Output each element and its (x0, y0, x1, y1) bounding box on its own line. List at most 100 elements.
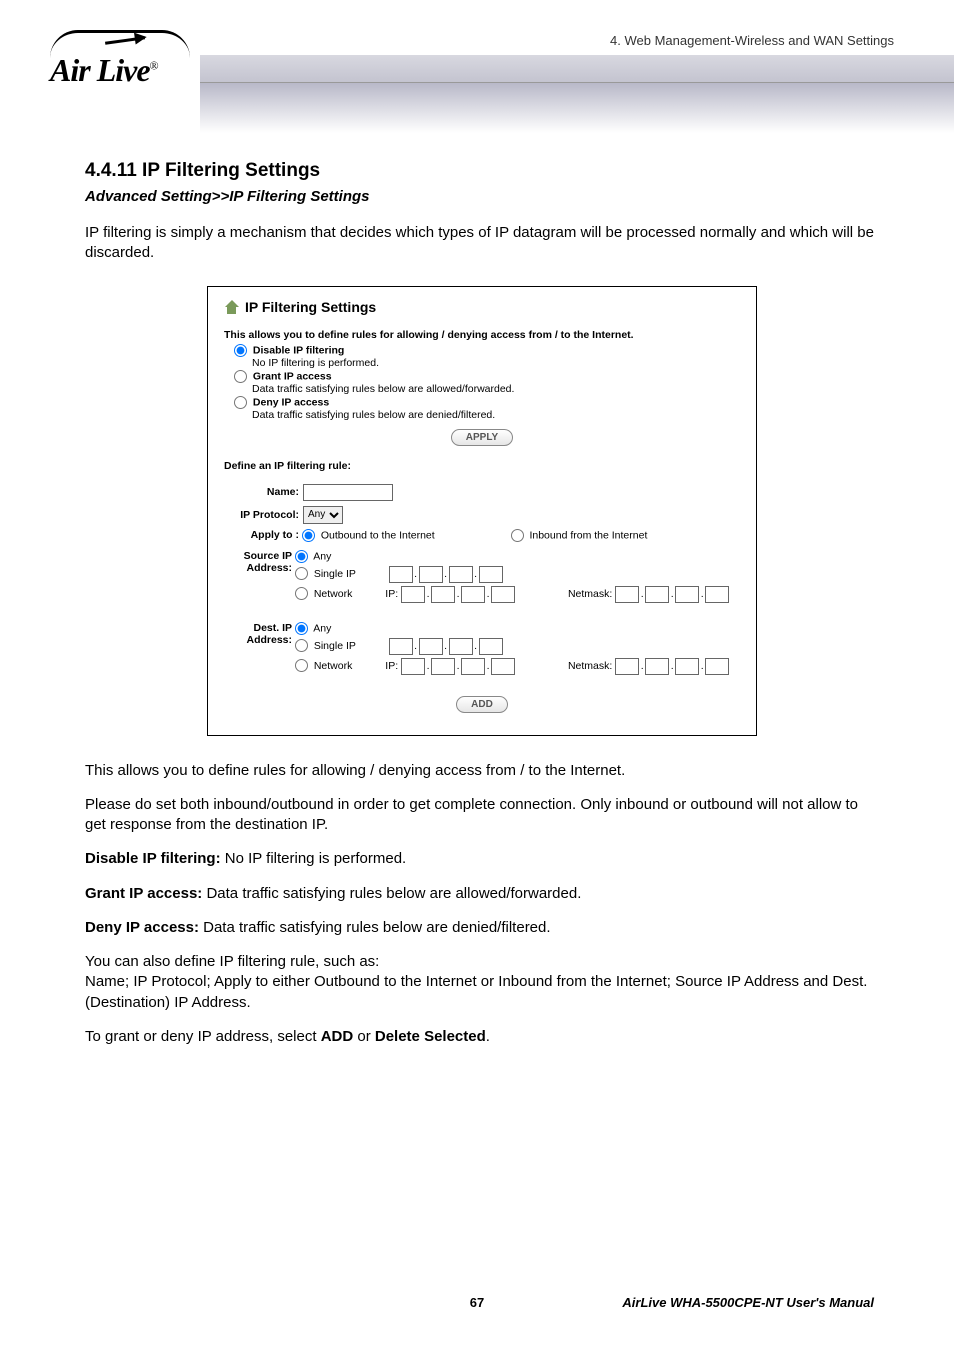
radio-inbound-label: Inbound from the Internet (529, 529, 647, 541)
dest-ip-section: Dest. IP Address: Any Single IP ... Netw… (224, 622, 740, 678)
home-icon (224, 300, 239, 314)
dst-single-ip4[interactable] (479, 638, 503, 655)
apply-button[interactable]: APPLY (451, 429, 513, 446)
dst-mask3[interactable] (675, 658, 699, 675)
applyto-row: Apply to : Outbound to the Internet Inbo… (224, 529, 740, 542)
body-p6b: Name; IP Protocol; Apply to either Outbo… (85, 973, 867, 1010)
page-number: 67 (470, 1295, 484, 1310)
define-rule-heading: Define an IP filtering rule: (224, 460, 740, 472)
manual-title: AirLive WHA-5500CPE-NT User's Manual (622, 1295, 874, 1310)
body-p7-del: Delete Selected (375, 1028, 486, 1045)
radio-dst-network[interactable] (295, 659, 308, 672)
radio-disable-label: Disable IP filtering (253, 344, 344, 356)
body-p7-mid: or (353, 1028, 375, 1045)
dst-single-ip2[interactable] (419, 638, 443, 655)
add-button[interactable]: ADD (456, 696, 508, 713)
body-p3-rest: No IP filtering is performed. (221, 850, 407, 867)
mode-disable-row: Disable IP filtering No IP filtering is … (234, 344, 740, 369)
settings-panel-figure: IP Filtering Settings This allows you to… (207, 286, 757, 736)
src-single-ip3[interactable] (449, 566, 473, 583)
radio-deny-sub: Data traffic satisfying rules below are … (252, 409, 740, 421)
radio-disable[interactable] (234, 344, 247, 357)
body-p3-bold: Disable IP filtering: (85, 850, 221, 867)
body-p3: Disable IP filtering: No IP filtering is… (85, 849, 879, 869)
section-title: 4.4.11 IP Filtering Settings (85, 160, 879, 182)
panel-title: IP Filtering Settings (224, 299, 740, 315)
body-p4-bold: Grant IP access: (85, 885, 202, 902)
radio-inbound[interactable] (511, 529, 524, 542)
body-p7a: To grant or deny IP address, select (85, 1028, 321, 1045)
body-p5-bold: Deny IP access: (85, 919, 199, 936)
dst-net-ip-label: IP: (385, 660, 398, 672)
dst-single-ip1[interactable] (389, 638, 413, 655)
breadcrumb: Advanced Setting>>IP Filtering Settings (85, 188, 879, 205)
panel-title-text: IP Filtering Settings (245, 299, 376, 315)
body-p6: You can also define IP filtering rule, s… (85, 952, 879, 1013)
dst-net-ip4[interactable] (491, 658, 515, 675)
protocol-label: IP Protocol: (224, 509, 299, 521)
src-single-ip1[interactable] (389, 566, 413, 583)
dest-ip-label: Dest. IP Address: (224, 622, 292, 646)
name-input[interactable] (303, 484, 393, 501)
dst-single-ip3[interactable] (449, 638, 473, 655)
radio-grant[interactable] (234, 370, 247, 383)
applyto-label: Apply to : (224, 529, 299, 541)
dst-mask4[interactable] (705, 658, 729, 675)
dst-net-ip1[interactable] (401, 658, 425, 675)
dst-netmask-label: Netmask: (568, 660, 612, 672)
radio-deny-label: Deny IP access (253, 396, 329, 408)
header-bar (200, 55, 954, 83)
source-ip-label: Source IP Address: (224, 550, 292, 574)
dst-mask1[interactable] (615, 658, 639, 675)
logo-registered-icon: ® (150, 58, 158, 72)
logo-arrow-icon (105, 36, 145, 45)
radio-dst-any[interactable] (295, 622, 308, 635)
src-net-ip1[interactable] (401, 586, 425, 603)
src-net-ip3[interactable] (461, 586, 485, 603)
radio-src-any[interactable] (295, 550, 308, 563)
radio-outbound[interactable] (302, 529, 315, 542)
mode-deny-row: Deny IP access Data traffic satisfying r… (234, 396, 740, 421)
src-mask4[interactable] (705, 586, 729, 603)
src-net-ip2[interactable] (431, 586, 455, 603)
name-label: Name: (224, 486, 299, 498)
body-p4-rest: Data traffic satisfying rules below are … (202, 885, 581, 902)
radio-dst-single-label: Single IP (314, 640, 356, 652)
src-single-ip2[interactable] (419, 566, 443, 583)
radio-dst-any-label: Any (313, 622, 331, 634)
src-mask3[interactable] (675, 586, 699, 603)
radio-grant-sub: Data traffic satisfying rules below are … (252, 383, 740, 395)
panel-description: This allows you to define rules for allo… (224, 329, 740, 341)
src-mask1[interactable] (615, 586, 639, 603)
radio-dst-single[interactable] (295, 639, 308, 652)
radio-disable-sub: No IP filtering is performed. (252, 357, 740, 369)
protocol-row: IP Protocol: Any (224, 506, 740, 524)
name-row: Name: (224, 484, 740, 501)
page-footer: 67 AirLive WHA-5500CPE-NT User's Manual (0, 1295, 954, 1310)
dst-mask2[interactable] (645, 658, 669, 675)
body-p4: Grant IP access: Data traffic satisfying… (85, 884, 879, 904)
logo-arc-icon (50, 30, 190, 58)
radio-deny[interactable] (234, 396, 247, 409)
src-net-ip4[interactable] (491, 586, 515, 603)
body-p7: To grant or deny IP address, select ADD … (85, 1027, 879, 1047)
body-p7-end: . (486, 1028, 490, 1045)
header-bar-fade (200, 83, 954, 133)
src-net-ip-label: IP: (385, 588, 398, 600)
dst-net-ip2[interactable] (431, 658, 455, 675)
body-p1: This allows you to define rules for allo… (85, 761, 879, 781)
src-single-ip4[interactable] (479, 566, 503, 583)
src-mask2[interactable] (645, 586, 669, 603)
dst-net-ip3[interactable] (461, 658, 485, 675)
radio-grant-label: Grant IP access (253, 370, 332, 382)
radio-src-network[interactable] (295, 587, 308, 600)
src-netmask-label: Netmask: (568, 588, 612, 600)
intro-paragraph: IP filtering is simply a mechanism that … (85, 223, 879, 264)
body-p5: Deny IP access: Data traffic satisfying … (85, 918, 879, 938)
chapter-header: 4. Web Management-Wireless and WAN Setti… (610, 33, 894, 48)
radio-src-single[interactable] (295, 567, 308, 580)
radio-src-single-label: Single IP (314, 568, 356, 580)
body-p6a: You can also define IP filtering rule, s… (85, 953, 379, 970)
mode-grant-row: Grant IP access Data traffic satisfying … (234, 370, 740, 395)
protocol-select[interactable]: Any (303, 506, 343, 524)
